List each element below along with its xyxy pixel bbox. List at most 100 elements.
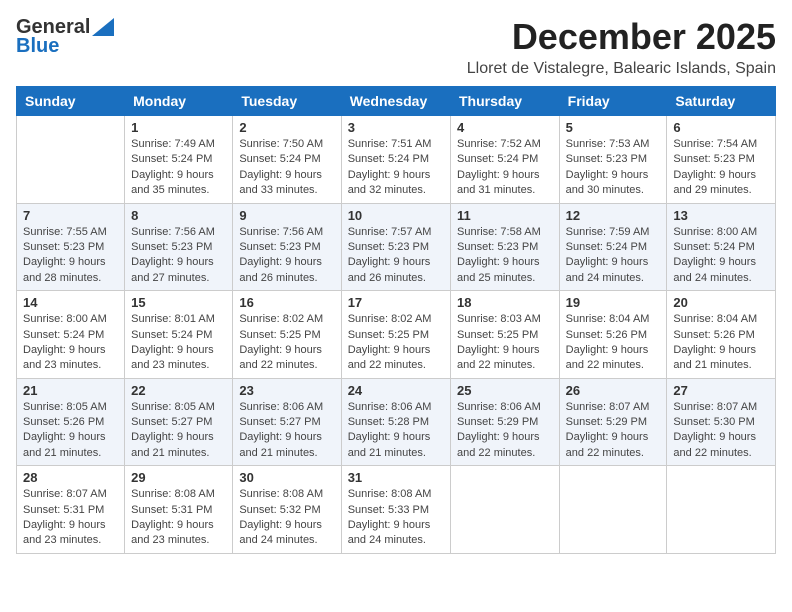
- day-number: 16: [239, 295, 334, 310]
- day-info: Sunrise: 8:06 AMSunset: 5:28 PMDaylight:…: [348, 400, 444, 462]
- calendar-week-1: 1 Sunrise: 7:49 AMSunset: 5:24 PMDaylight…: [17, 116, 776, 204]
- day-number: 31: [348, 470, 444, 485]
- day-info: Sunrise: 8:00 AMSunset: 5:24 PMDaylight:…: [673, 225, 769, 287]
- day-info: Sunrise: 8:05 AMSunset: 5:27 PMDaylight:…: [131, 400, 226, 462]
- day-info: Sunrise: 8:06 AMSunset: 5:29 PMDaylight:…: [457, 400, 553, 462]
- header-saturday: Saturday: [667, 87, 776, 116]
- day-number: 24: [348, 383, 444, 398]
- day-number: 12: [566, 208, 661, 223]
- header-wednesday: Wednesday: [341, 87, 450, 116]
- day-info: Sunrise: 7:50 AMSunset: 5:24 PMDaylight:…: [239, 137, 334, 199]
- day-info: Sunrise: 7:57 AMSunset: 5:23 PMDaylight:…: [348, 225, 444, 287]
- calendar-cell: 10 Sunrise: 7:57 AMSunset: 5:23 PMDayligh…: [341, 203, 450, 291]
- day-number: 1: [131, 120, 226, 135]
- calendar-cell: 7 Sunrise: 7:55 AMSunset: 5:23 PMDaylight…: [17, 203, 125, 291]
- page-header: General Blue December 2025 Lloret de Vis…: [16, 16, 776, 78]
- calendar-cell: 31 Sunrise: 8:08 AMSunset: 5:33 PMDayligh…: [341, 466, 450, 554]
- day-info: Sunrise: 8:03 AMSunset: 5:25 PMDaylight:…: [457, 312, 553, 374]
- calendar-cell: 14 Sunrise: 8:00 AMSunset: 5:24 PMDayligh…: [17, 291, 125, 379]
- day-number: 11: [457, 208, 553, 223]
- calendar-cell: [667, 466, 776, 554]
- calendar-header-row: SundayMondayTuesdayWednesdayThursdayFrid…: [17, 87, 776, 116]
- calendar-cell: 12 Sunrise: 7:59 AMSunset: 5:24 PMDayligh…: [559, 203, 667, 291]
- day-number: 20: [673, 295, 769, 310]
- calendar-cell: 28 Sunrise: 8:07 AMSunset: 5:31 PMDayligh…: [17, 466, 125, 554]
- logo-icon: [92, 18, 114, 36]
- calendar-cell: 29Sunrise: 8:08 AMSunset: 5:31 PMDayligh…: [125, 466, 233, 554]
- day-info: Sunrise: 7:49 AMSunset: 5:24 PMDaylight:…: [131, 137, 226, 199]
- calendar-week-5: 28 Sunrise: 8:07 AMSunset: 5:31 PMDayligh…: [17, 466, 776, 554]
- day-info: Sunrise: 7:53 AMSunset: 5:23 PMDaylight:…: [566, 137, 661, 199]
- header-tuesday: Tuesday: [233, 87, 341, 116]
- day-number: 25: [457, 383, 553, 398]
- calendar-cell: 26 Sunrise: 8:07 AMSunset: 5:29 PMDayligh…: [559, 378, 667, 466]
- title-block: December 2025 Lloret de Vistalegre, Bale…: [467, 16, 776, 78]
- day-info: Sunrise: 8:00 AMSunset: 5:24 PMDaylight:…: [23, 312, 118, 374]
- day-info: Sunrise: 7:56 AMSunset: 5:23 PMDaylight:…: [239, 225, 334, 287]
- day-info: Sunrise: 7:56 AMSunset: 5:23 PMDaylight:…: [131, 225, 226, 287]
- day-info: Sunrise: 8:08 AMSunset: 5:32 PMDaylight:…: [239, 487, 334, 549]
- day-info: Sunrise: 8:04 AMSunset: 5:26 PMDaylight:…: [566, 312, 661, 374]
- day-info: Sunrise: 8:07 AMSunset: 5:29 PMDaylight:…: [566, 400, 661, 462]
- day-number: 3: [348, 120, 444, 135]
- header-thursday: Thursday: [451, 87, 560, 116]
- day-number: 6: [673, 120, 769, 135]
- header-sunday: Sunday: [17, 87, 125, 116]
- day-number: 14: [23, 295, 118, 310]
- calendar-week-2: 7 Sunrise: 7:55 AMSunset: 5:23 PMDaylight…: [17, 203, 776, 291]
- calendar-cell: 18Sunrise: 8:03 AMSunset: 5:25 PMDayligh…: [451, 291, 560, 379]
- day-number: 23: [239, 383, 334, 398]
- header-monday: Monday: [125, 87, 233, 116]
- calendar-cell: [451, 466, 560, 554]
- day-number: 9: [239, 208, 334, 223]
- day-number: 29: [131, 470, 226, 485]
- day-info: Sunrise: 8:07 AMSunset: 5:30 PMDaylight:…: [673, 400, 769, 462]
- calendar-cell: 27Sunrise: 8:07 AMSunset: 5:30 PMDayligh…: [667, 378, 776, 466]
- calendar-week-3: 14 Sunrise: 8:00 AMSunset: 5:24 PMDayligh…: [17, 291, 776, 379]
- logo-blue: Blue: [16, 35, 59, 58]
- calendar-cell: 11 Sunrise: 7:58 AMSunset: 5:23 PMDayligh…: [451, 203, 560, 291]
- day-number: 30: [239, 470, 334, 485]
- day-number: 28: [23, 470, 118, 485]
- day-number: 7: [23, 208, 118, 223]
- day-info: Sunrise: 8:07 AMSunset: 5:31 PMDaylight:…: [23, 487, 118, 549]
- day-number: 5: [566, 120, 661, 135]
- day-info: Sunrise: 7:59 AMSunset: 5:24 PMDaylight:…: [566, 225, 661, 287]
- day-info: Sunrise: 7:51 AMSunset: 5:24 PMDaylight:…: [348, 137, 444, 199]
- calendar-cell: 17 Sunrise: 8:02 AMSunset: 5:25 PMDayligh…: [341, 291, 450, 379]
- month-title: December 2025: [467, 16, 776, 58]
- day-number: 15: [131, 295, 226, 310]
- calendar-cell: 20 Sunrise: 8:04 AMSunset: 5:26 PMDayligh…: [667, 291, 776, 379]
- calendar-cell: 22Sunrise: 8:05 AMSunset: 5:27 PMDayligh…: [125, 378, 233, 466]
- day-number: 19: [566, 295, 661, 310]
- calendar-cell: 19 Sunrise: 8:04 AMSunset: 5:26 PMDayligh…: [559, 291, 667, 379]
- day-info: Sunrise: 8:05 AMSunset: 5:26 PMDaylight:…: [23, 400, 118, 462]
- day-info: Sunrise: 8:02 AMSunset: 5:25 PMDaylight:…: [348, 312, 444, 374]
- day-number: 8: [131, 208, 226, 223]
- calendar-cell: 24 Sunrise: 8:06 AMSunset: 5:28 PMDayligh…: [341, 378, 450, 466]
- day-number: 17: [348, 295, 444, 310]
- calendar-cell: 15 Sunrise: 8:01 AMSunset: 5:24 PMDayligh…: [125, 291, 233, 379]
- day-number: 21: [23, 383, 118, 398]
- calendar-cell: 6Sunrise: 7:54 AMSunset: 5:23 PMDaylight…: [667, 116, 776, 204]
- calendar-cell: 9 Sunrise: 7:56 AMSunset: 5:23 PMDaylight…: [233, 203, 341, 291]
- header-friday: Friday: [559, 87, 667, 116]
- day-info: Sunrise: 7:58 AMSunset: 5:23 PMDaylight:…: [457, 225, 553, 287]
- calendar-cell: [17, 116, 125, 204]
- logo: General Blue: [16, 16, 114, 58]
- calendar-cell: 1 Sunrise: 7:49 AMSunset: 5:24 PMDaylight…: [125, 116, 233, 204]
- calendar-cell: 21 Sunrise: 8:05 AMSunset: 5:26 PMDayligh…: [17, 378, 125, 466]
- day-number: 2: [239, 120, 334, 135]
- calendar-cell: 3 Sunrise: 7:51 AMSunset: 5:24 PMDaylight…: [341, 116, 450, 204]
- calendar-table: SundayMondayTuesdayWednesdayThursdayFrid…: [16, 86, 776, 554]
- day-number: 13: [673, 208, 769, 223]
- day-info: Sunrise: 8:01 AMSunset: 5:24 PMDaylight:…: [131, 312, 226, 374]
- calendar-cell: 23Sunrise: 8:06 AMSunset: 5:27 PMDayligh…: [233, 378, 341, 466]
- day-info: Sunrise: 8:04 AMSunset: 5:26 PMDaylight:…: [673, 312, 769, 374]
- calendar-cell: 25 Sunrise: 8:06 AMSunset: 5:29 PMDayligh…: [451, 378, 560, 466]
- day-number: 26: [566, 383, 661, 398]
- day-info: Sunrise: 7:55 AMSunset: 5:23 PMDaylight:…: [23, 225, 118, 287]
- day-number: 4: [457, 120, 553, 135]
- day-number: 10: [348, 208, 444, 223]
- day-info: Sunrise: 8:08 AMSunset: 5:33 PMDaylight:…: [348, 487, 444, 549]
